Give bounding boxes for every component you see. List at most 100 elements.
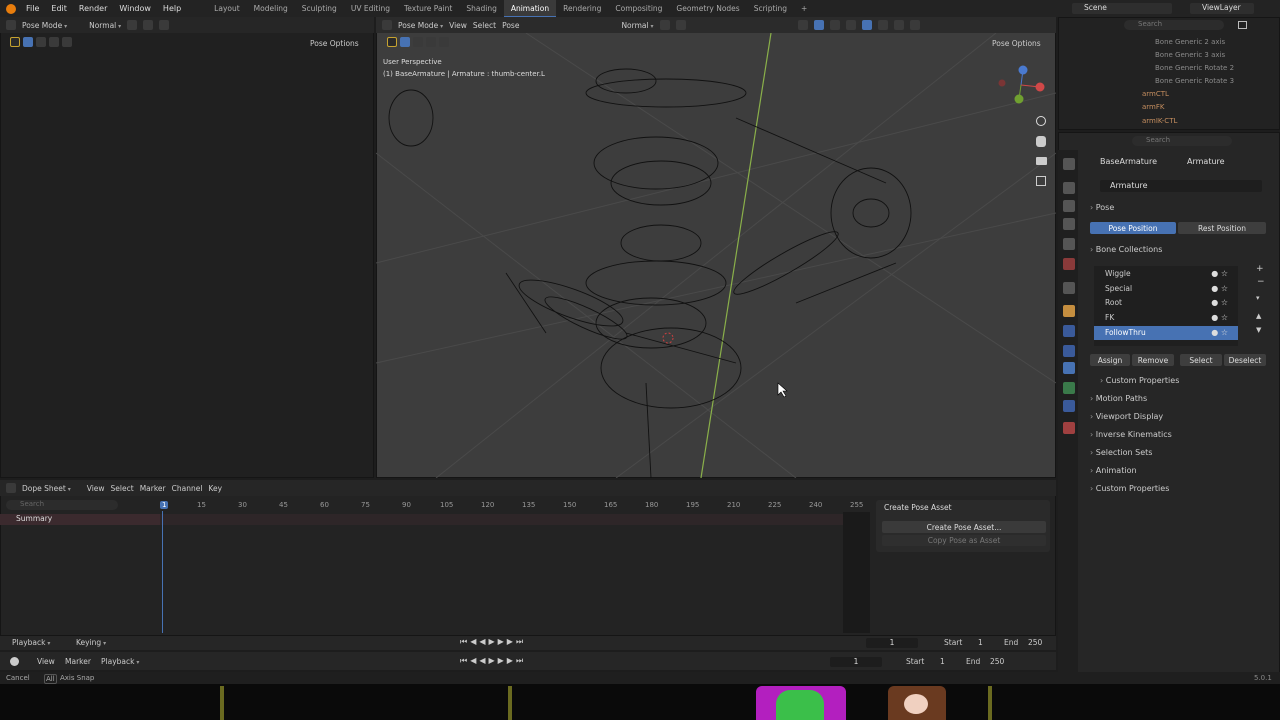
outliner-item[interactable]: Bone Generic Rotate 2 [1155, 64, 1234, 72]
outliner-item[interactable]: Bone Generic 2 axis [1155, 38, 1225, 46]
outliner-item[interactable]: Bone Generic 3 axis [1155, 51, 1225, 59]
menu-window[interactable]: Window [113, 4, 157, 13]
tab-sculpting[interactable]: Sculpting [295, 4, 344, 13]
rest-position-button[interactable]: Rest Position [1178, 222, 1266, 234]
tab-modeling[interactable]: Modeling [247, 4, 295, 13]
visibility-eye-icon[interactable]: ● ☆ [1211, 326, 1228, 340]
motion-paths-section[interactable]: Motion Paths [1090, 394, 1147, 403]
tab-uv-editing[interactable]: UV Editing [344, 4, 397, 13]
menu-edit[interactable]: Edit [45, 4, 73, 13]
viewport-pivot-icon[interactable] [659, 20, 670, 30]
bone-collection-root[interactable]: Root ● ☆ [1094, 296, 1238, 310]
add-collection-icon[interactable]: + [1256, 264, 1264, 274]
texture-tab-icon[interactable] [1063, 422, 1075, 434]
viewport-menu-select[interactable]: Select [473, 21, 496, 30]
viewport-mode-selector[interactable]: Pose Mode [398, 21, 443, 30]
viewport-menu-pose[interactable]: Pose [502, 21, 519, 30]
shading-wireframe-icon[interactable] [861, 20, 872, 30]
visibility-eye-icon[interactable]: ● ☆ [1211, 311, 1228, 325]
proportional-icon[interactable] [159, 20, 170, 30]
summary-channel[interactable]: Summary [0, 514, 160, 525]
timeline-frame-field[interactable]: 1 [830, 657, 882, 667]
custom-properties-section[interactable]: Custom Properties [1090, 484, 1170, 493]
timeline-editor-icon[interactable] [10, 657, 19, 666]
menu-render[interactable]: Render [73, 4, 113, 13]
keying-menu[interactable]: Keying [76, 638, 106, 647]
assign-button[interactable]: Assign [1090, 354, 1130, 366]
dopesheet-menu-channel[interactable]: Channel [172, 484, 203, 493]
bone-collections-section-header[interactable]: Bone Collections [1090, 245, 1163, 254]
current-frame-field[interactable]: 1 [866, 638, 918, 648]
cursor-tool-icon[interactable] [10, 37, 20, 47]
physics-tab-icon[interactable] [1063, 345, 1075, 357]
blender-logo-icon[interactable] [6, 3, 16, 14]
end-frame-field[interactable]: 250 [1028, 638, 1042, 647]
properties-editor[interactable] [1058, 132, 1280, 678]
outliner-item[interactable]: armIK-CTL [1142, 117, 1177, 125]
visibility-icon[interactable] [797, 20, 808, 30]
viewport-menu-view[interactable]: View [449, 21, 467, 30]
inverse-kinematics-section[interactable]: Inverse Kinematics [1090, 430, 1172, 439]
outliner-search[interactable]: Search [1124, 20, 1224, 30]
select-subtract-icon[interactable] [49, 37, 59, 47]
left-orientation-selector[interactable]: Normal [89, 21, 121, 30]
left-editor[interactable] [0, 17, 374, 478]
render-tab-icon[interactable] [1063, 182, 1075, 194]
deselect-button[interactable]: Deselect [1224, 354, 1266, 366]
armature-data-tab-icon[interactable] [1063, 362, 1075, 374]
outliner-item[interactable]: armFK [1142, 103, 1164, 111]
pose-asset-panel-title[interactable]: Create Pose Asset [884, 503, 952, 512]
transport-controls[interactable]: ⏮◀◀▶▶▶⏭ [460, 637, 526, 647]
view-layer-tab-icon[interactable] [1063, 218, 1075, 230]
timeline-menu-marker[interactable]: Marker [65, 657, 91, 666]
playback-menu[interactable]: Playback [12, 638, 50, 647]
bone-collection-followthru[interactable]: FollowThru ● ☆ [1094, 326, 1238, 340]
tab-scripting[interactable]: Scripting [747, 4, 794, 13]
xray-icon[interactable] [845, 20, 856, 30]
pose-section-header[interactable]: Pose [1090, 203, 1115, 212]
filter-icon[interactable] [1238, 21, 1247, 29]
tab-animation[interactable]: Animation [503, 0, 557, 17]
timeline-menu-view[interactable]: View [37, 657, 55, 666]
scene-selector[interactable]: Scene [1072, 3, 1172, 14]
create-pose-asset-button[interactable]: Create Pose Asset... [882, 521, 1046, 533]
dopesheet-editor-type-icon[interactable] [6, 483, 16, 493]
selection-sets-section[interactable]: Selection Sets [1090, 448, 1153, 457]
left-mode-selector[interactable]: Pose Mode [22, 21, 67, 30]
pose-position-button[interactable]: Pose Position [1090, 222, 1176, 234]
select-intersect-icon[interactable] [62, 37, 72, 47]
left-pose-options[interactable]: Pose Options [310, 39, 359, 48]
object-tab-icon[interactable] [1063, 305, 1075, 317]
outliner[interactable] [1058, 17, 1280, 130]
tool-tab-icon[interactable] [1063, 158, 1075, 170]
camera-view-icon[interactable] [1036, 157, 1047, 165]
world-tab-icon[interactable] [1063, 258, 1075, 270]
timeline-end-field[interactable]: 250 [990, 657, 1004, 666]
timeline-menu-playback[interactable]: Playback [101, 657, 139, 666]
viewport-editor-type-icon[interactable] [382, 20, 392, 30]
start-frame-field[interactable]: 1 [978, 638, 983, 647]
collection-tab-icon[interactable] [1063, 282, 1075, 294]
copy-pose-asset-button[interactable]: Copy Pose as Asset [882, 535, 1046, 546]
visibility-eye-icon[interactable]: ● ☆ [1211, 296, 1228, 310]
dopesheet-search[interactable]: Search [6, 500, 118, 510]
menu-help[interactable]: Help [157, 4, 187, 13]
dopesheet-menu-key[interactable]: Key [208, 484, 222, 493]
viewport-orientation-selector[interactable]: Normal [621, 21, 653, 30]
add-workspace-button[interactable]: + [794, 4, 814, 13]
bone-collection-special[interactable]: Special ● ☆ [1094, 282, 1238, 296]
output-tab-icon[interactable] [1063, 200, 1075, 212]
timeline-transport-controls[interactable]: ⏮◀◀▶▶▶⏭ [460, 656, 526, 666]
gizmo-icon[interactable] [813, 20, 824, 30]
overlay-icon[interactable] [829, 20, 840, 30]
tab-geometry-nodes[interactable]: Geometry Nodes [669, 4, 746, 13]
dopesheet-mode-selector[interactable]: Dope Sheet [22, 484, 71, 493]
menu-file[interactable]: File [20, 4, 45, 13]
shading-material-icon[interactable] [893, 20, 904, 30]
tab-shading[interactable]: Shading [459, 4, 503, 13]
dopesheet-menu-select[interactable]: Select [111, 484, 134, 493]
scene-tab-icon[interactable] [1063, 238, 1075, 250]
navigation-gizmo[interactable] [996, 60, 1050, 110]
collection-menu-icon[interactable]: ▾ [1256, 294, 1260, 302]
pan-hand-icon[interactable] [1036, 136, 1046, 147]
